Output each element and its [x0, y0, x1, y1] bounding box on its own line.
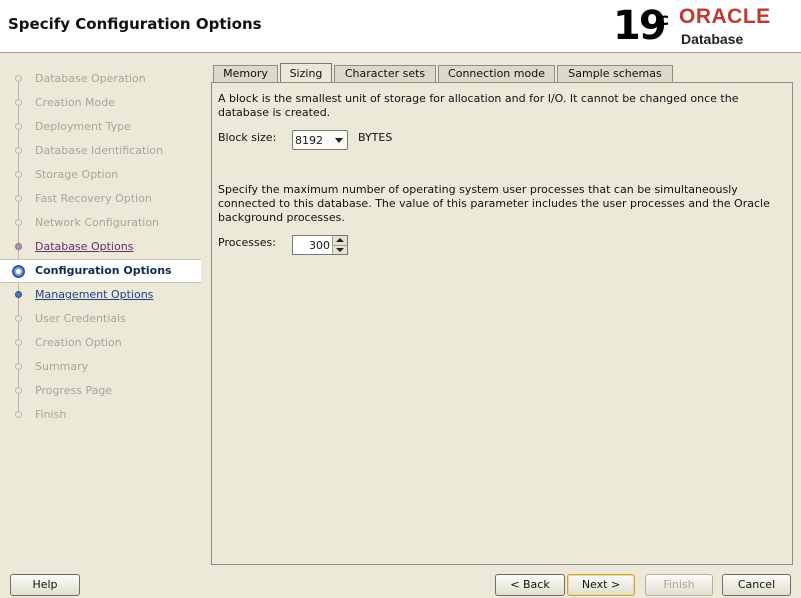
block-size-description: A block is the smallest unit of storage … — [218, 92, 739, 119]
step-label: Fast Recovery Option — [35, 192, 152, 205]
spinner-up-icon[interactable] — [333, 236, 347, 245]
step-dot-icon — [15, 243, 22, 250]
step-progress-page: Progress Page — [0, 379, 201, 403]
step-dot-icon — [15, 147, 22, 154]
step-label: User Credentials — [35, 312, 126, 325]
step-network-configuration: Network Configuration — [0, 211, 201, 235]
tab-sample-schemas[interactable]: Sample schemas — [557, 65, 673, 82]
step-database-options[interactable]: Database Options — [0, 235, 201, 259]
step-finish: Finish — [0, 403, 201, 427]
step-label: Database Identification — [35, 144, 164, 157]
step-dot-icon — [15, 75, 22, 82]
logo-version-suffix: c — [659, 10, 670, 30]
spinner-down-icon[interactable] — [333, 245, 347, 254]
next-button[interactable]: Next > — [567, 574, 635, 596]
logo-product: Database — [681, 31, 744, 47]
step-dot-icon — [15, 291, 22, 298]
finish-button: Finish — [645, 574, 713, 596]
processes-value[interactable]: 300 — [309, 239, 330, 252]
step-dot-icon — [15, 411, 22, 418]
processes-spinner[interactable]: 300 — [292, 235, 348, 255]
step-dot-icon — [15, 363, 22, 370]
step-label[interactable]: Management Options — [35, 288, 153, 301]
step-dot-icon — [15, 123, 22, 130]
tab-label: Connection mode — [448, 67, 545, 80]
cancel-button[interactable]: Cancel — [722, 574, 791, 596]
processes-description: Specify the maximum number of operating … — [218, 183, 770, 224]
back-button[interactable]: < Back — [495, 574, 565, 596]
step-label: Network Configuration — [35, 216, 160, 229]
help-button[interactable]: Help — [10, 574, 80, 596]
step-label: Summary — [35, 360, 89, 373]
tab-label: Memory — [223, 67, 268, 80]
step-user-credentials: User Credentials — [0, 307, 201, 331]
block-size-unit: BYTES — [358, 131, 393, 144]
step-creation-mode: Creation Mode — [0, 91, 201, 115]
tab-label: Character sets — [344, 67, 426, 80]
step-dot-icon — [15, 195, 22, 202]
step-fast-recovery-option: Fast Recovery Option — [0, 187, 201, 211]
step-label: Finish — [35, 408, 67, 421]
tab-sizing[interactable]: Sizing — [280, 63, 332, 83]
step-deployment-type: Deployment Type — [0, 115, 201, 139]
spinner-buttons — [332, 236, 347, 254]
page-title: Specify Configuration Options — [8, 15, 262, 33]
step-summary: Summary — [0, 355, 201, 379]
tab-label: Sizing — [289, 67, 323, 80]
tab-label: Sample schemas — [568, 67, 662, 80]
step-label: Database Operation — [35, 72, 146, 85]
step-label: Storage Option — [35, 168, 119, 181]
step-label: Creation Mode — [35, 96, 116, 109]
step-label[interactable]: Database Options — [35, 240, 133, 253]
processes-label: Processes: — [218, 236, 276, 249]
step-label: Creation Option — [35, 336, 122, 349]
logo-brand: ORACLE — [679, 5, 771, 28]
current-step-icon — [12, 265, 25, 278]
step-database-identification: Database Identification — [0, 139, 201, 163]
block-size-dropdown[interactable]: 8192 — [292, 130, 348, 150]
step-dot-icon — [15, 387, 22, 394]
step-database-operation: Database Operation — [0, 67, 201, 91]
step-label: Progress Page — [35, 384, 113, 397]
step-dot-icon — [15, 219, 22, 226]
sizing-tab-panel: A block is the smallest unit of storage … — [211, 82, 793, 565]
tab-memory[interactable]: Memory — [213, 65, 278, 82]
step-label: Deployment Type — [35, 120, 132, 133]
header-bar: Specify Configuration Options 19 c ORACL… — [0, 0, 801, 53]
step-dot-icon — [15, 315, 22, 322]
tab-character-sets[interactable]: Character sets — [334, 65, 436, 82]
step-configuration-options: Configuration Options — [0, 259, 201, 283]
step-storage-option: Storage Option — [0, 163, 201, 187]
step-dot-icon — [15, 99, 22, 106]
step-label: Configuration Options — [35, 264, 172, 277]
block-size-label: Block size: — [218, 131, 277, 144]
chevron-down-icon — [335, 138, 343, 143]
step-management-options[interactable]: Management Options — [0, 283, 201, 307]
logo-version-number: 19 — [613, 3, 667, 49]
step-dot-icon — [15, 339, 22, 346]
step-creation-option: Creation Option — [0, 331, 201, 355]
step-dot-icon — [15, 171, 22, 178]
wizard-steps: Database Operation Creation Mode Deploym… — [0, 53, 201, 563]
block-size-value: 8192 — [295, 134, 323, 147]
tab-connection-mode[interactable]: Connection mode — [438, 65, 555, 82]
